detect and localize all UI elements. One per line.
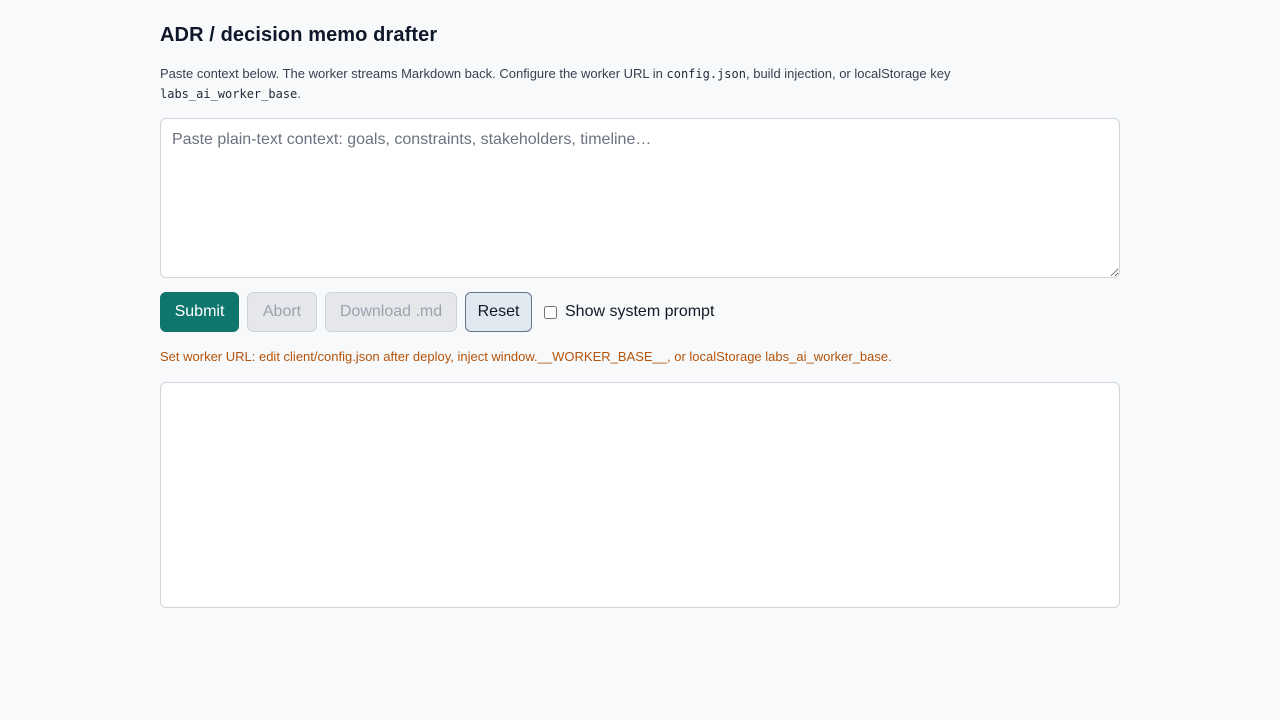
submit-button[interactable]: Submit [160, 292, 239, 332]
output-panel [160, 382, 1120, 608]
description-code-config: config.json [666, 67, 746, 81]
reset-button[interactable]: Reset [465, 292, 532, 332]
page-title: ADR / decision memo drafter [160, 24, 438, 46]
description-code-storage-key: labs_ai_worker_base [160, 87, 298, 101]
description-text-1: Paste context below. The worker streams … [160, 66, 667, 81]
show-system-prompt-checkbox[interactable] [544, 305, 557, 319]
show-system-prompt-toggle[interactable]: Show system prompt [544, 303, 714, 321]
show-system-prompt-label: Show system prompt [565, 303, 715, 320]
abort-button[interactable]: Abort [247, 292, 317, 332]
download-md-button[interactable]: Download .md [325, 292, 457, 332]
context-textarea[interactable] [160, 118, 1120, 278]
description-text-3: . [297, 86, 301, 101]
page-description: Paste context below. The worker streams … [160, 64, 1120, 104]
action-toolbar: Submit Abort Download .md Reset Show sys… [160, 292, 714, 332]
worker-url-warning: Set worker URL: edit client/config.json … [160, 349, 892, 364]
description-text-2: , build injection, or localStorage key [745, 66, 951, 81]
